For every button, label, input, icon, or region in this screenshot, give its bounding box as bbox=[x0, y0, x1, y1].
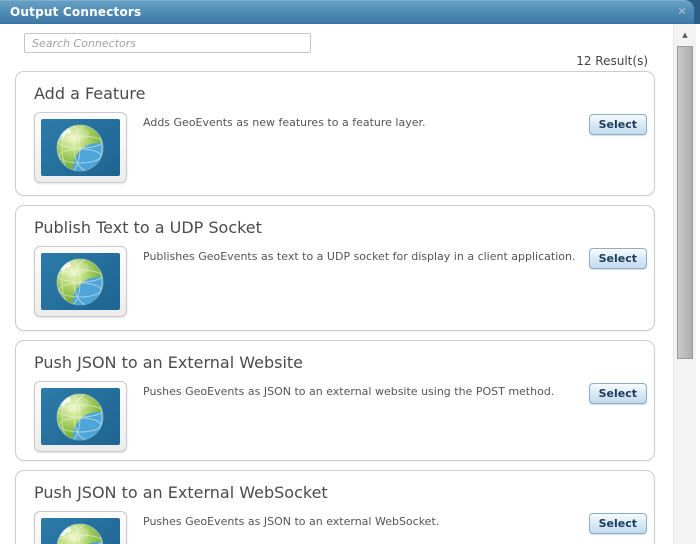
connector-card: Push JSON to an External WebSocket Pushe… bbox=[15, 470, 655, 544]
globe-icon bbox=[56, 393, 104, 441]
connector-card: Push JSON to an External Website Pushes … bbox=[15, 340, 655, 461]
connector-description: Pushes GeoEvents as JSON to an external … bbox=[143, 515, 440, 528]
dialog-title: Output Connectors bbox=[10, 5, 142, 19]
connector-title: Push JSON to an External WebSocket bbox=[34, 483, 328, 502]
results-count: 12 Result(s) bbox=[576, 54, 648, 68]
globe-icon bbox=[56, 523, 104, 544]
dialog-body: 12 Result(s) Add a Feature bbox=[0, 24, 700, 544]
select-button[interactable]: Select bbox=[588, 114, 647, 135]
connector-card: Add a Feature Adds GeoEvents as new feat… bbox=[15, 71, 655, 196]
connector-description: Adds GeoEvents as new features to a feat… bbox=[143, 116, 426, 129]
select-button[interactable]: Select bbox=[588, 248, 647, 269]
dialog-titlebar: Output Connectors ✕ bbox=[0, 0, 694, 24]
connector-thumbnail bbox=[34, 246, 127, 317]
close-icon[interactable]: ✕ bbox=[675, 5, 689, 19]
connector-card: Publish Text to a UDP Socket Publishes G… bbox=[15, 205, 655, 331]
scroll-up-icon[interactable]: ▲ bbox=[676, 27, 694, 43]
select-button[interactable]: Select bbox=[588, 513, 647, 534]
select-button[interactable]: Select bbox=[588, 383, 647, 404]
connector-thumbnail bbox=[34, 381, 127, 452]
connector-description: Publishes GeoEvents as text to a UDP soc… bbox=[143, 250, 576, 263]
connector-thumbnail bbox=[34, 511, 127, 544]
scroll-thumb[interactable] bbox=[677, 46, 693, 359]
search-input[interactable] bbox=[24, 33, 311, 53]
connector-title: Add a Feature bbox=[34, 84, 146, 103]
connector-description: Pushes GeoEvents as JSON to an external … bbox=[143, 385, 555, 398]
connector-title: Push JSON to an External Website bbox=[34, 353, 304, 372]
scrollbar[interactable]: ▲ bbox=[673, 24, 696, 544]
connector-title: Publish Text to a UDP Socket bbox=[34, 218, 262, 237]
connector-thumbnail bbox=[34, 112, 127, 183]
globe-icon bbox=[56, 124, 104, 172]
globe-icon bbox=[56, 258, 104, 306]
